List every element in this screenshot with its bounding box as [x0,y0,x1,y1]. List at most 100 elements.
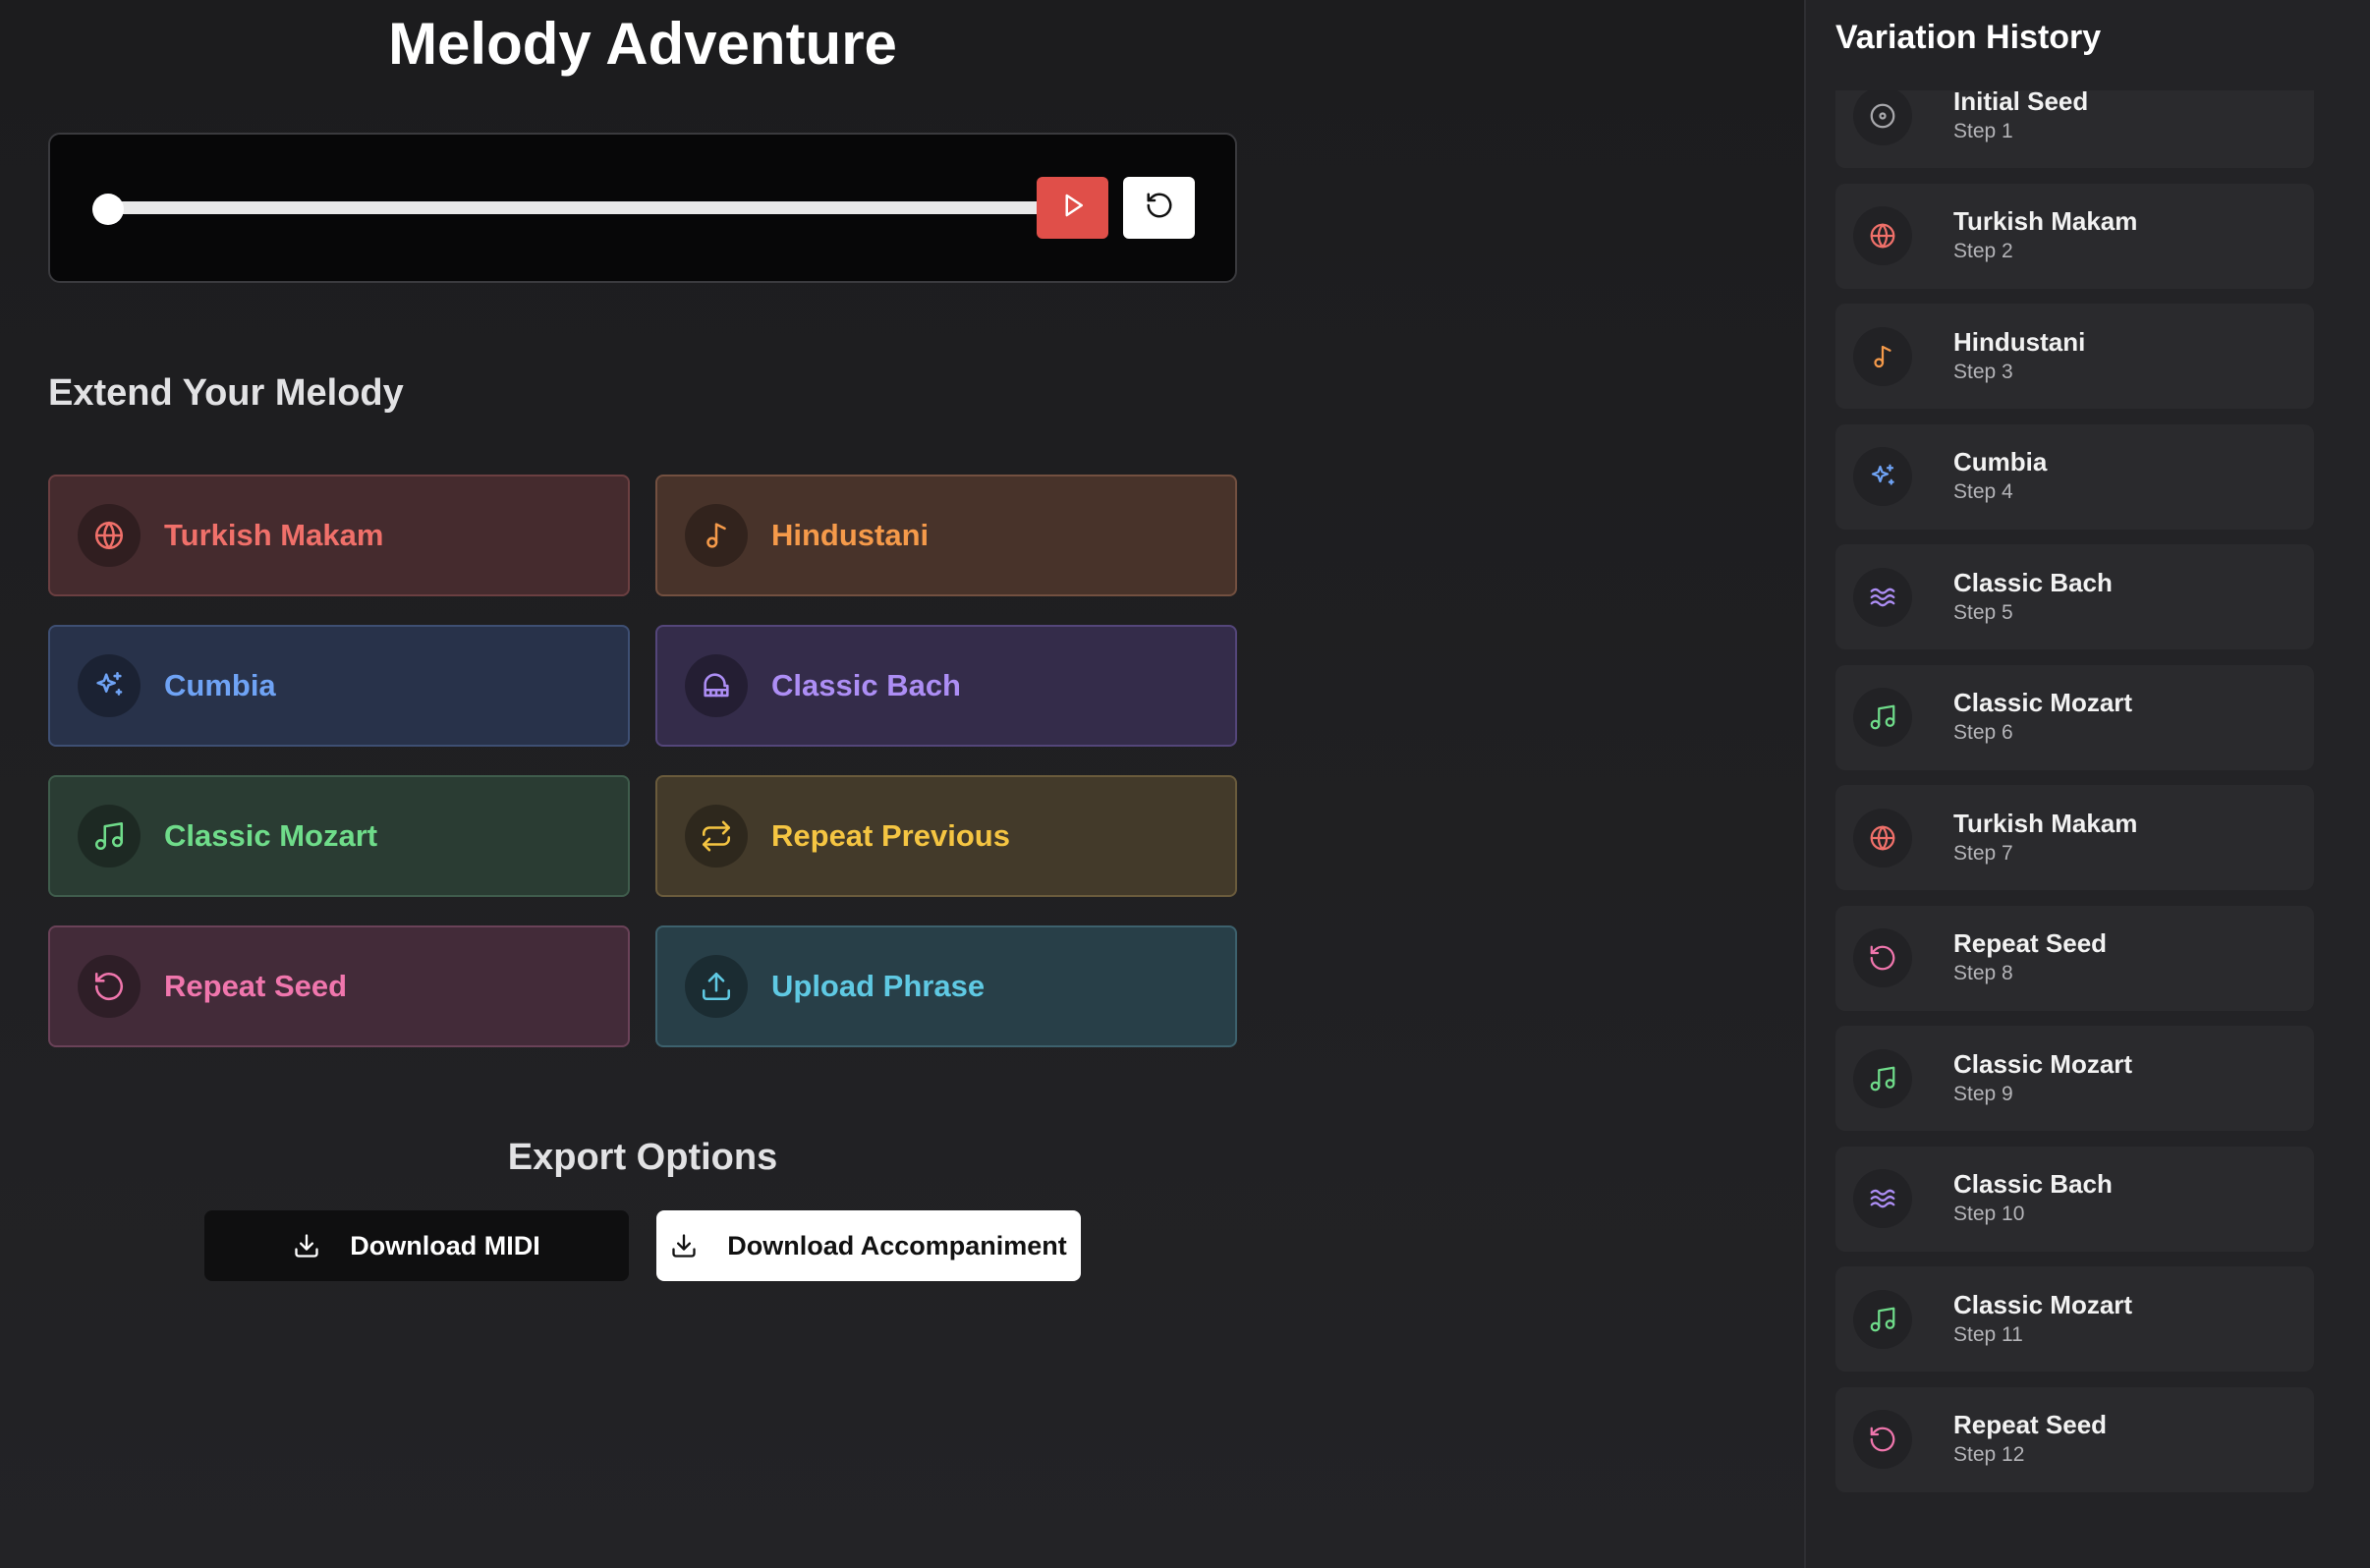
music-notes-icon [1853,688,1912,747]
extend-option-label: Upload Phrase [771,969,986,1003]
history-item-step: Step 6 [1953,721,2013,744]
history-item[interactable]: Turkish Makam Step 7 [1835,785,2314,890]
extend-options-grid: Turkish Makam Hindustani Cumbia Classic Bac… [48,475,1237,1048]
history-item-text: Classic Mozart Step 9 [1953,1048,2132,1109]
export-section-title: Export Options [507,1137,778,1178]
history-item-name: Classic Bach [1953,567,2113,597]
extend-option-label: Classic Bach [771,668,961,702]
music-notes-icon [1853,1289,1912,1349]
download-icon [670,1232,698,1260]
page-title: Melody Adventure [388,11,897,77]
disc-icon [1853,90,1912,145]
rotate-ccw-icon [1145,191,1174,225]
history-item-step: Step 1 [1953,119,2013,142]
extend-option-label: Repeat Previous [771,818,1010,853]
extend-option-hindustani[interactable]: Hindustani [655,475,1237,596]
download-accompaniment-button[interactable]: Download Accompaniment [656,1210,1081,1281]
history-item-name: Classic Bach [1953,1169,2113,1199]
history-item-text: Classic Bach Step 5 [1953,567,2113,628]
history-item-text: Turkish Makam Step 2 [1953,205,2137,266]
history-item[interactable]: Classic Mozart Step 9 [1835,1026,2314,1131]
upload-icon [685,955,748,1018]
history-item[interactable]: Cumbia Step 4 [1835,423,2314,530]
extend-option-repeat-previous[interactable]: Repeat Previous [655,775,1237,897]
progress-slider[interactable] [109,201,1057,214]
history-item-text: Turkish Makam Step 7 [1953,808,2137,868]
history-item-step: Step 9 [1953,1082,2013,1105]
download-icon [293,1232,320,1260]
music-note-icon [685,504,748,567]
extend-option-classic-mozart[interactable]: Classic Mozart [48,775,630,897]
history-item-step: Step 10 [1953,1203,2025,1225]
extend-option-label: Cumbia [164,668,276,702]
extend-option-cumbia[interactable]: Cumbia [48,625,630,747]
history-item-name: Repeat Seed [1953,1410,2108,1439]
history-item-step: Step 4 [1953,480,2013,503]
sparkles-icon [1853,447,1912,506]
extend-option-label: Classic Mozart [164,818,378,853]
melody-player [48,133,1237,283]
music-note-icon [1853,326,1912,386]
download-accompaniment-label: Download Accompaniment [727,1230,1067,1260]
history-item-step: Step 5 [1953,600,2013,624]
history-item[interactable]: Turkish Makam Step 2 [1835,183,2314,289]
history-title: Variation History [1835,19,2102,56]
history-item-step: Step 7 [1953,841,2013,865]
history-item-text: Classic Bach Step 10 [1953,1168,2113,1229]
download-midi-button[interactable]: Download MIDI [204,1210,629,1281]
history-item-name: Turkish Makam [1953,206,2138,236]
extend-option-label: Hindustani [771,518,930,552]
play-icon [1058,191,1088,225]
history-item-text: Cumbia Step 4 [1953,446,2047,507]
history-item-text: Hindustani Step 3 [1953,326,2085,387]
history-item[interactable]: Classic Mozart Step 11 [1835,1266,2314,1372]
reset-button[interactable] [1123,177,1195,239]
history-item-text: Repeat Seed Step 12 [1953,1409,2107,1470]
download-midi-label: Download MIDI [350,1230,540,1260]
globe-icon [1853,206,1912,265]
rotate-ccw-icon [1853,1410,1912,1469]
extend-option-turkish-makam[interactable]: Turkish Makam [48,475,630,596]
history-item[interactable]: Repeat Seed Step 8 [1835,905,2314,1011]
music-notes-icon [1853,1048,1912,1108]
history-item-name: Classic Mozart [1953,1289,2133,1319]
waves-icon [1853,567,1912,627]
history-item-text: Classic Mozart Step 6 [1953,687,2132,748]
history-item-name: Cumbia [1953,447,2048,476]
extend-section-title: Extend Your Melody [48,372,404,414]
history-item-text: Repeat Seed Step 8 [1953,927,2107,988]
globe-icon [1853,808,1912,868]
history-item-name: Classic Mozart [1953,688,2133,717]
history-item[interactable]: Hindustani Step 3 [1835,304,2314,409]
app-root: Melody Adventure Extend Your Melody Turk… [0,0,2370,1568]
extend-option-upload-phrase[interactable]: Upload Phrase [655,925,1237,1047]
history-item-step: Step 12 [1953,1443,2025,1466]
history-item[interactable]: Classic Bach Step 10 [1835,1146,2314,1252]
history-list[interactable]: Initial Seed Step 1 Turkish Makam Step 2 Hin… [1835,90,2314,1505]
history-item-text: Initial Seed Step 1 [1953,90,2088,146]
history-item-name: Hindustani [1953,326,2086,357]
extend-option-label: Repeat Seed [164,969,348,1003]
music-notes-icon [78,805,141,868]
history-item-step: Step 8 [1953,962,2013,984]
history-item[interactable]: Classic Mozart Step 6 [1835,664,2314,770]
history-item-name: Repeat Seed [1953,928,2108,958]
history-item-name: Classic Mozart [1953,1048,2133,1079]
history-item-name: Initial Seed [1953,90,2089,116]
history-item[interactable]: Repeat Seed Step 12 [1835,1386,2314,1492]
repeat-icon [685,805,748,868]
history-item[interactable]: Classic Bach Step 5 [1835,544,2314,649]
history-item-step: Step 11 [1953,1322,2023,1346]
extend-option-label: Turkish Makam [164,518,384,552]
progress-slider-thumb[interactable] [92,194,124,225]
play-button[interactable] [1037,177,1108,239]
history-item[interactable]: Initial Seed Step 1 [1835,90,2314,168]
history-item-text: Classic Mozart Step 11 [1953,1289,2132,1350]
piano-icon [685,654,748,717]
main-panel: Melody Adventure Extend Your Melody Turk… [0,0,1804,1568]
globe-icon [78,504,141,567]
waves-icon [1853,1169,1912,1228]
history-item-name: Turkish Makam [1953,808,2138,838]
extend-option-repeat-seed[interactable]: Repeat Seed [48,925,630,1047]
extend-option-classic-bach[interactable]: Classic Bach [655,625,1237,747]
